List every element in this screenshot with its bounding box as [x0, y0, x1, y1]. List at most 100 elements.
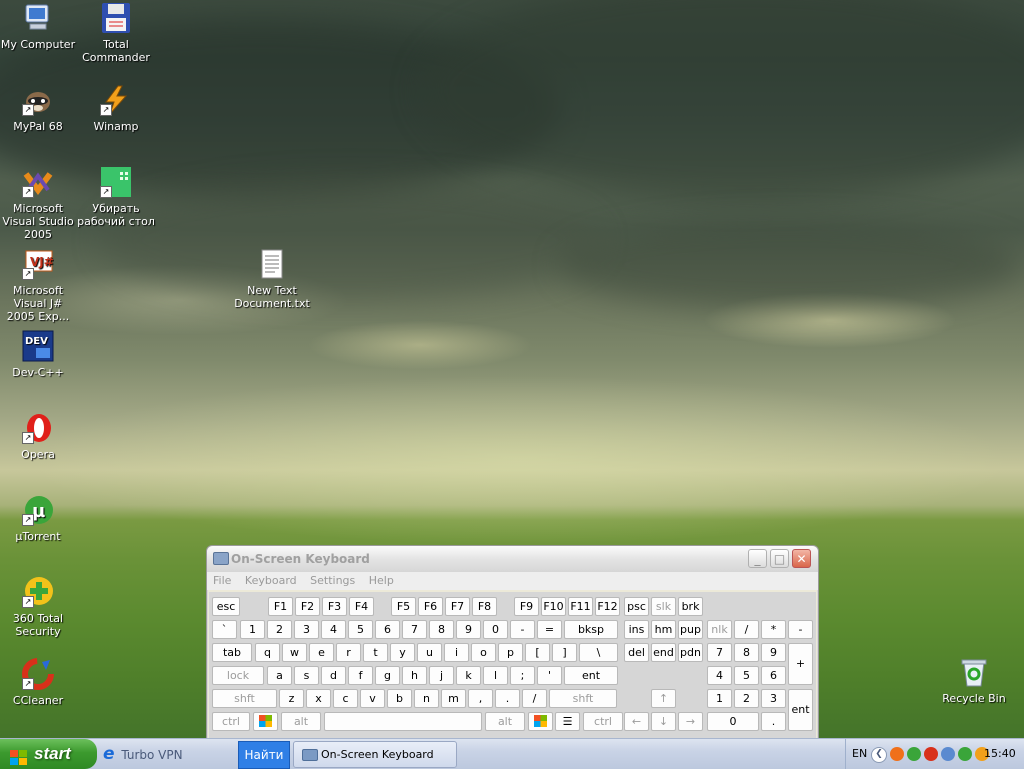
key-row6-7[interactable]: 0 — [707, 712, 759, 731]
tray-network-icon[interactable] — [941, 747, 955, 761]
key-row3-8[interactable]: i — [444, 643, 469, 662]
key-row3-14[interactable]: del — [624, 643, 649, 662]
desktop-icon-visual-studio[interactable]: ↗ Microsoft Visual Studio 2005 — [0, 166, 78, 241]
key-row4-7[interactable]: j — [429, 666, 454, 685]
key-row5-7[interactable]: m — [441, 689, 466, 708]
key-row1-15[interactable]: brk — [678, 597, 703, 616]
key-row6-3[interactable]: ctrl — [583, 712, 623, 731]
desktop-icon-360-security[interactable]: ↗ 360 Total Security — [0, 576, 78, 638]
key-row5-9[interactable]: . — [495, 689, 520, 708]
key-row5-0[interactable]: shft — [212, 689, 277, 708]
key-row5-4[interactable]: v — [360, 689, 385, 708]
tray-antivirus-icon[interactable] — [890, 747, 904, 761]
key-row5-3[interactable]: c — [333, 689, 358, 708]
key-row5-8[interactable]: , — [468, 689, 493, 708]
desktop-icon-recycle-bin[interactable]: Recycle Bin — [934, 656, 1014, 705]
key-row6-1[interactable]: alt — [281, 712, 321, 731]
key-row3-10[interactable]: p — [498, 643, 523, 662]
space-key[interactable] — [324, 712, 482, 731]
key-row2-15[interactable]: hm — [651, 620, 676, 639]
key-row3-0[interactable]: tab — [212, 643, 252, 662]
key-row3-13[interactable]: \ — [579, 643, 618, 662]
menu-help[interactable]: Help — [369, 574, 394, 587]
tray-shield-icon[interactable] — [924, 747, 938, 761]
menu-file[interactable]: File — [213, 574, 231, 587]
key-row4-2[interactable]: s — [294, 666, 319, 685]
key-row1-4[interactable]: F4 — [349, 597, 374, 616]
key-row2-19[interactable]: * — [761, 620, 786, 639]
close-button[interactable]: ✕ — [792, 549, 811, 568]
language-indicator[interactable]: EN — [852, 747, 867, 760]
key-row2-9[interactable]: 9 — [456, 620, 481, 639]
key-row4-9[interactable]: l — [483, 666, 508, 685]
menu-key[interactable]: ☰ — [555, 712, 580, 731]
quicklaunch-turbo-vpn[interactable]: e Turbo VPN — [103, 743, 183, 765]
key-row6-8[interactable]: . — [761, 712, 786, 731]
key-row3-9[interactable]: o — [471, 643, 496, 662]
key-row1-3[interactable]: F3 — [322, 597, 347, 616]
menu-settings[interactable]: Settings — [310, 574, 355, 587]
key-row4-4[interactable]: f — [348, 666, 373, 685]
key-row3-19[interactable]: 9 — [761, 643, 786, 662]
key-row5-14[interactable]: 2 — [734, 689, 759, 708]
key-row3-7[interactable]: u — [417, 643, 442, 662]
key-row1-0[interactable]: esc — [212, 597, 240, 616]
key-row2-1[interactable]: 1 — [240, 620, 265, 639]
key-row3-3[interactable]: e — [309, 643, 334, 662]
key-row5-2[interactable]: x — [306, 689, 331, 708]
key-row4-8[interactable]: k — [456, 666, 481, 685]
key-row2-14[interactable]: ins — [624, 620, 649, 639]
desktop-icon-total-commander[interactable]: Total Commander — [76, 2, 156, 64]
windows-key-right[interactable] — [528, 712, 553, 731]
desktop-icon-vjsharp[interactable]: VJ# ↗ Microsoft Visual J# 2005 Exp... — [0, 248, 78, 323]
key-row5-13[interactable]: 1 — [707, 689, 732, 708]
key-row1-10[interactable]: F10 — [541, 597, 566, 616]
key-row2-2[interactable]: 2 — [267, 620, 292, 639]
key-row2-3[interactable]: 3 — [294, 620, 319, 639]
key-row3-5[interactable]: t — [363, 643, 388, 662]
tray-expand-icon[interactable]: ❮ — [871, 747, 887, 763]
key-row2-20[interactable]: - — [788, 620, 813, 639]
key-row4-14[interactable]: 5 — [734, 666, 759, 685]
key-row1-6[interactable]: F6 — [418, 597, 443, 616]
key-row1-5[interactable]: F5 — [391, 597, 416, 616]
key-row3-18[interactable]: 8 — [734, 643, 759, 662]
key-row3-6[interactable]: y — [390, 643, 415, 662]
key-row2-6[interactable]: 6 — [375, 620, 400, 639]
key-row1-13[interactable]: psc — [624, 597, 649, 616]
key-row5-1[interactable]: z — [279, 689, 304, 708]
key-row4-15[interactable]: 6 — [761, 666, 786, 685]
key-row4-12[interactable]: ent — [564, 666, 618, 685]
windows-key[interactable] — [253, 712, 278, 731]
key-row6-5[interactable]: ↓ — [651, 712, 676, 731]
find-button[interactable]: Найти — [238, 741, 290, 769]
menu-keyboard[interactable]: Keyboard — [245, 574, 297, 587]
key-row3-16[interactable]: pdn — [678, 643, 703, 662]
key-row3-4[interactable]: r — [336, 643, 361, 662]
key-row5-12[interactable]: ↑ — [651, 689, 676, 708]
key-row2-12[interactable]: = — [537, 620, 562, 639]
key-row6-2[interactable]: alt — [485, 712, 525, 731]
desktop-icon-my-computer[interactable]: My Computer — [0, 2, 78, 51]
taskbar-button-on-screen-keyboard[interactable]: On-Screen Keyboard — [293, 741, 457, 768]
key-row4-13[interactable]: 4 — [707, 666, 732, 685]
key-row5-5[interactable]: b — [387, 689, 412, 708]
maximize-button[interactable]: □ — [770, 549, 789, 568]
key-row2-5[interactable]: 5 — [348, 620, 373, 639]
key-row5-10[interactable]: / — [522, 689, 547, 708]
key-row6-4[interactable]: ← — [624, 712, 649, 731]
key-row4-10[interactable]: ; — [510, 666, 535, 685]
window-titlebar[interactable]: On-Screen Keyboard _ □ ✕ — [207, 546, 818, 572]
desktop-icon-ccleaner[interactable]: ↗ CCleaner — [0, 658, 78, 707]
key-row2-8[interactable]: 8 — [429, 620, 454, 639]
key-row3-12[interactable]: ] — [552, 643, 577, 662]
key-row1-2[interactable]: F2 — [295, 597, 320, 616]
key-row5-6[interactable]: n — [414, 689, 439, 708]
desktop-icon-dev-cpp[interactable]: DEV Dev-C++ — [0, 330, 78, 379]
key-row3-11[interactable]: [ — [525, 643, 550, 662]
key-row1-11[interactable]: F11 — [568, 597, 593, 616]
desktop-icon-utorrent[interactable]: µ ↗ µTorrent — [0, 494, 78, 543]
key-row2-7[interactable]: 7 — [402, 620, 427, 639]
key-row1-12[interactable]: F12 — [595, 597, 620, 616]
key-row4-11[interactable]: ' — [537, 666, 562, 685]
